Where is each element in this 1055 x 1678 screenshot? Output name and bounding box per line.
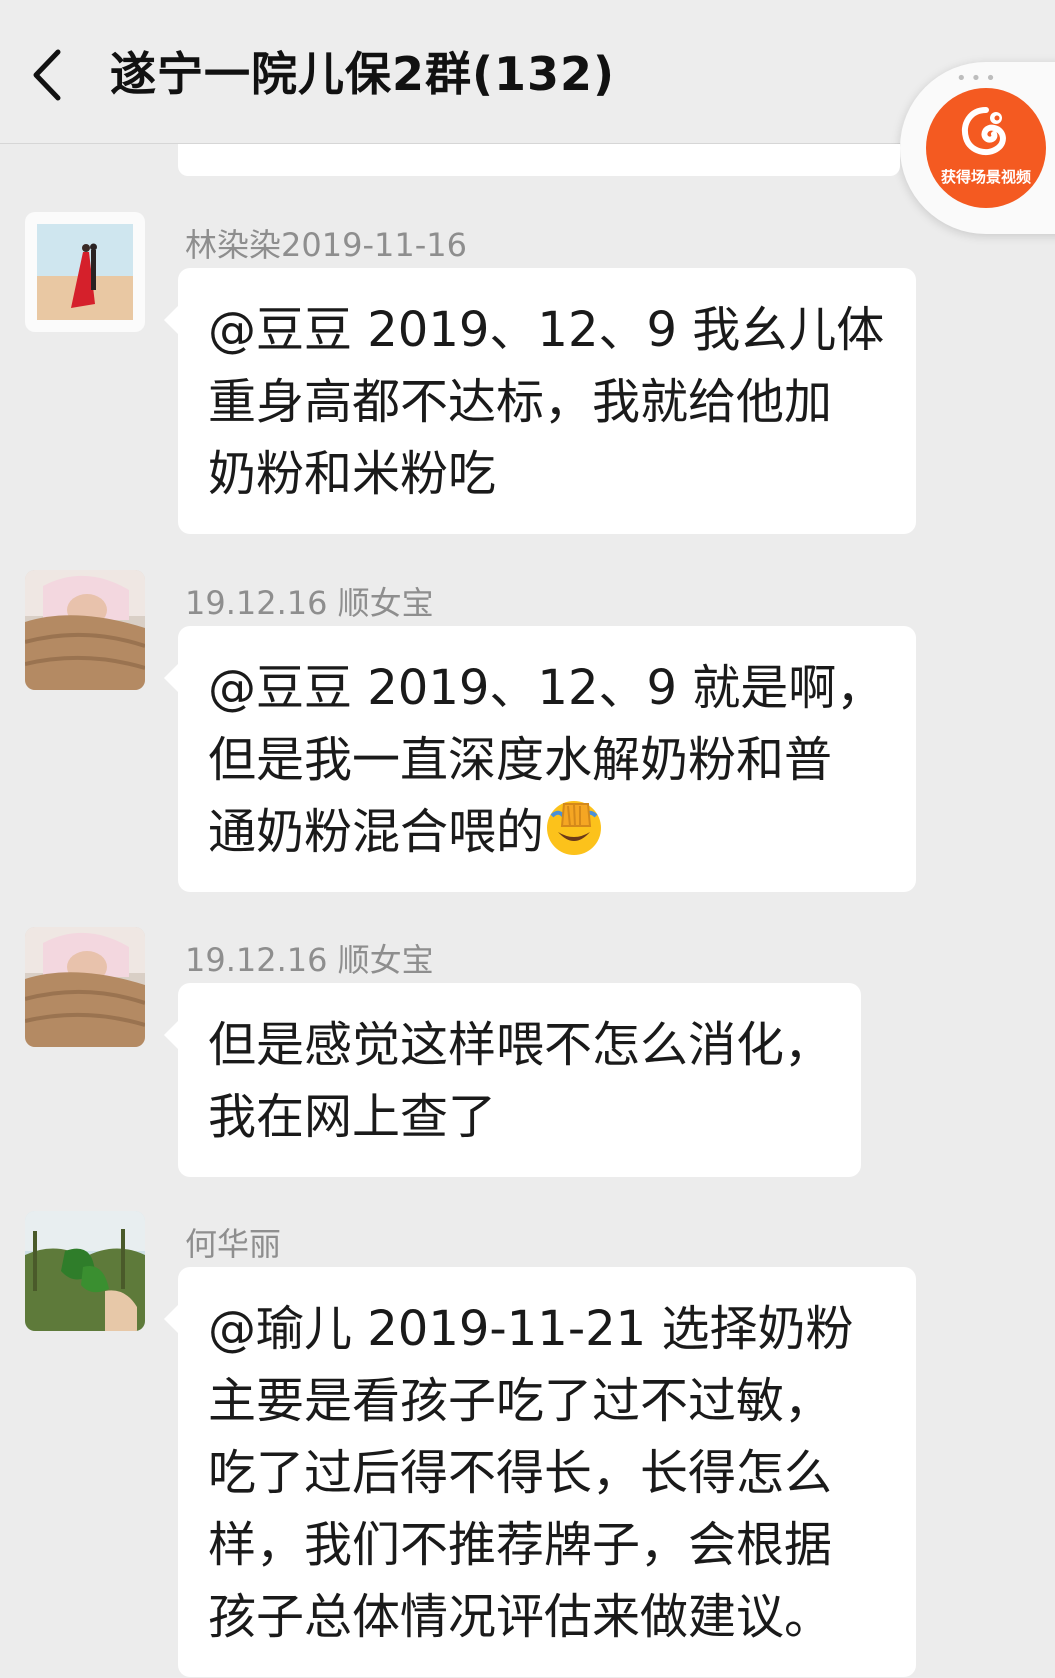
message-bubble[interactable]: @豆豆 2019、12、9 我幺儿体 重身高都不达标，我就给他加 奶粉和米粉吃	[164, 268, 916, 534]
avatar-bride-icon[interactable]	[25, 212, 145, 332]
message-line: 重身高都不达标，我就给他加	[208, 374, 833, 430]
floating-video-widget[interactable]: ••• 获得场景视频	[900, 62, 1055, 234]
avatar-baby-icon[interactable]	[25, 570, 145, 690]
chameleon-logo-icon[interactable]: 获得场景视频	[926, 88, 1046, 208]
avatar-leaf-icon[interactable]	[25, 1211, 145, 1331]
chat-header: 遂宁一院儿保2群(132)	[0, 0, 1055, 144]
message-line: 样，我们不推荐牌子，会根据	[208, 1517, 833, 1573]
message-line: 但是我一直深度水解奶粉和普	[208, 732, 833, 788]
sender-name: 何华丽	[185, 1225, 282, 1263]
message-line: 但是感觉这样喂不怎么消化，	[208, 1017, 833, 1073]
message-line: 主要是看孩子吃了过不过敏，	[208, 1373, 833, 1429]
avatar-baby-icon[interactable]	[25, 927, 145, 1047]
face-palm-crying-emoji	[547, 801, 602, 855]
message-line: @豆豆 2019、12、9 我幺儿体	[208, 302, 885, 358]
message-line: 吃了过后得不得长，长得怎么	[208, 1445, 833, 1501]
message-line: @瑜儿 2019-11-21 选择奶粉	[208, 1301, 854, 1357]
sender-name: 19.12.16 顺女宝	[185, 941, 434, 979]
chat-title: 遂宁一院儿保2群(132)	[110, 47, 616, 101]
message-bubble[interactable]: @豆豆 2019、12、9 就是啊， 但是我一直深度水解奶粉和普 通奶粉混合喂的	[164, 626, 916, 892]
message-line-with-emoji: 通奶粉混合喂的	[208, 796, 888, 868]
message-line: @豆豆 2019、12、9 就是啊，	[208, 660, 885, 716]
message-line: 奶粉和米粉吃	[208, 446, 497, 502]
widget-label: 获得场景视频	[940, 168, 1031, 186]
message-text: 通奶粉混合喂的	[208, 804, 545, 860]
message-bubble[interactable]: 但是感觉这样喂不怎么消化， 我在网上查了	[164, 983, 861, 1177]
sender-name: 林染染2019-11-16	[185, 226, 467, 264]
chevron-left-icon	[33, 49, 61, 101]
sender-name: 19.12.16 顺女宝	[185, 584, 434, 622]
previous-message-bubble	[178, 144, 900, 176]
more-dots-icon[interactable]: •••	[956, 68, 1000, 89]
back-button[interactable]	[22, 40, 82, 110]
message-line: 孩子总体情况评估来做建议。	[208, 1589, 833, 1645]
message-bubble[interactable]: @瑜儿 2019-11-21 选择奶粉 主要是看孩子吃了过不过敏， 吃了过后得不…	[164, 1267, 916, 1677]
message-line: 我在网上查了	[208, 1089, 497, 1145]
